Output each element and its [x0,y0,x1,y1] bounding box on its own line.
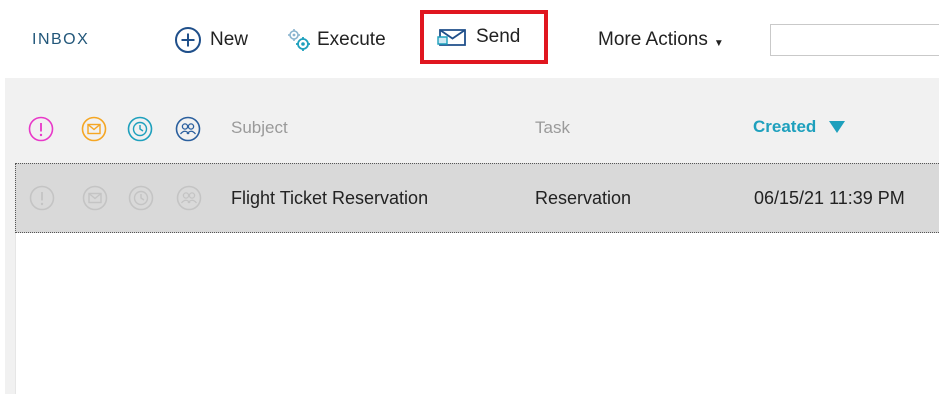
more-actions-label: More Actions [598,29,708,50]
created-column-label: Created [753,117,817,136]
plus-circle-icon [175,27,201,53]
grid-left-border [15,233,16,394]
subject-column-header[interactable]: Subject [231,118,288,138]
created-column-header[interactable]: Created [753,117,846,137]
toolbar: INBOX New Execute Send More Actions ▼ [0,0,939,78]
search-input[interactable] [770,24,939,56]
send-envelope-icon [437,29,466,46]
group-icon [176,185,202,211]
sort-descending-icon [829,121,846,133]
task-cell: Reservation [535,188,632,208]
more-actions-dropdown[interactable]: More Actions ▼ [598,22,724,58]
group-filter-icon[interactable] [175,116,201,142]
clock-filter-icon[interactable] [127,116,153,142]
table-row[interactable]: Flight Ticket Reservation Reservation 06… [15,163,939,233]
priority-filter-icon[interactable] [28,116,54,142]
gears-icon [288,29,310,51]
inbox-panel: Subject Task Created Flight Ticket Reser… [5,78,939,394]
task-column-header[interactable]: Task [535,118,570,138]
message-filter-icon[interactable] [81,116,107,142]
send-button[interactable]: Send [420,10,548,64]
grid-header: Subject Task Created [15,95,939,163]
subject-cell: Flight Ticket Reservation [231,188,429,208]
inbox-grid: Subject Task Created Flight Ticket Reser… [15,95,939,394]
clock-icon [128,185,154,211]
priority-icon [29,185,55,211]
execute-button[interactable]: Execute [284,22,386,58]
caret-down-icon: ▼ [713,37,724,49]
page-title: INBOX [32,31,90,48]
message-icon [82,185,108,211]
execute-button-label: Execute [317,29,386,50]
created-cell: 06/15/21 11:39 PM [754,188,905,208]
new-button-label: New [210,29,249,50]
send-button-label: Send [476,26,521,47]
new-button[interactable]: New [174,22,248,58]
